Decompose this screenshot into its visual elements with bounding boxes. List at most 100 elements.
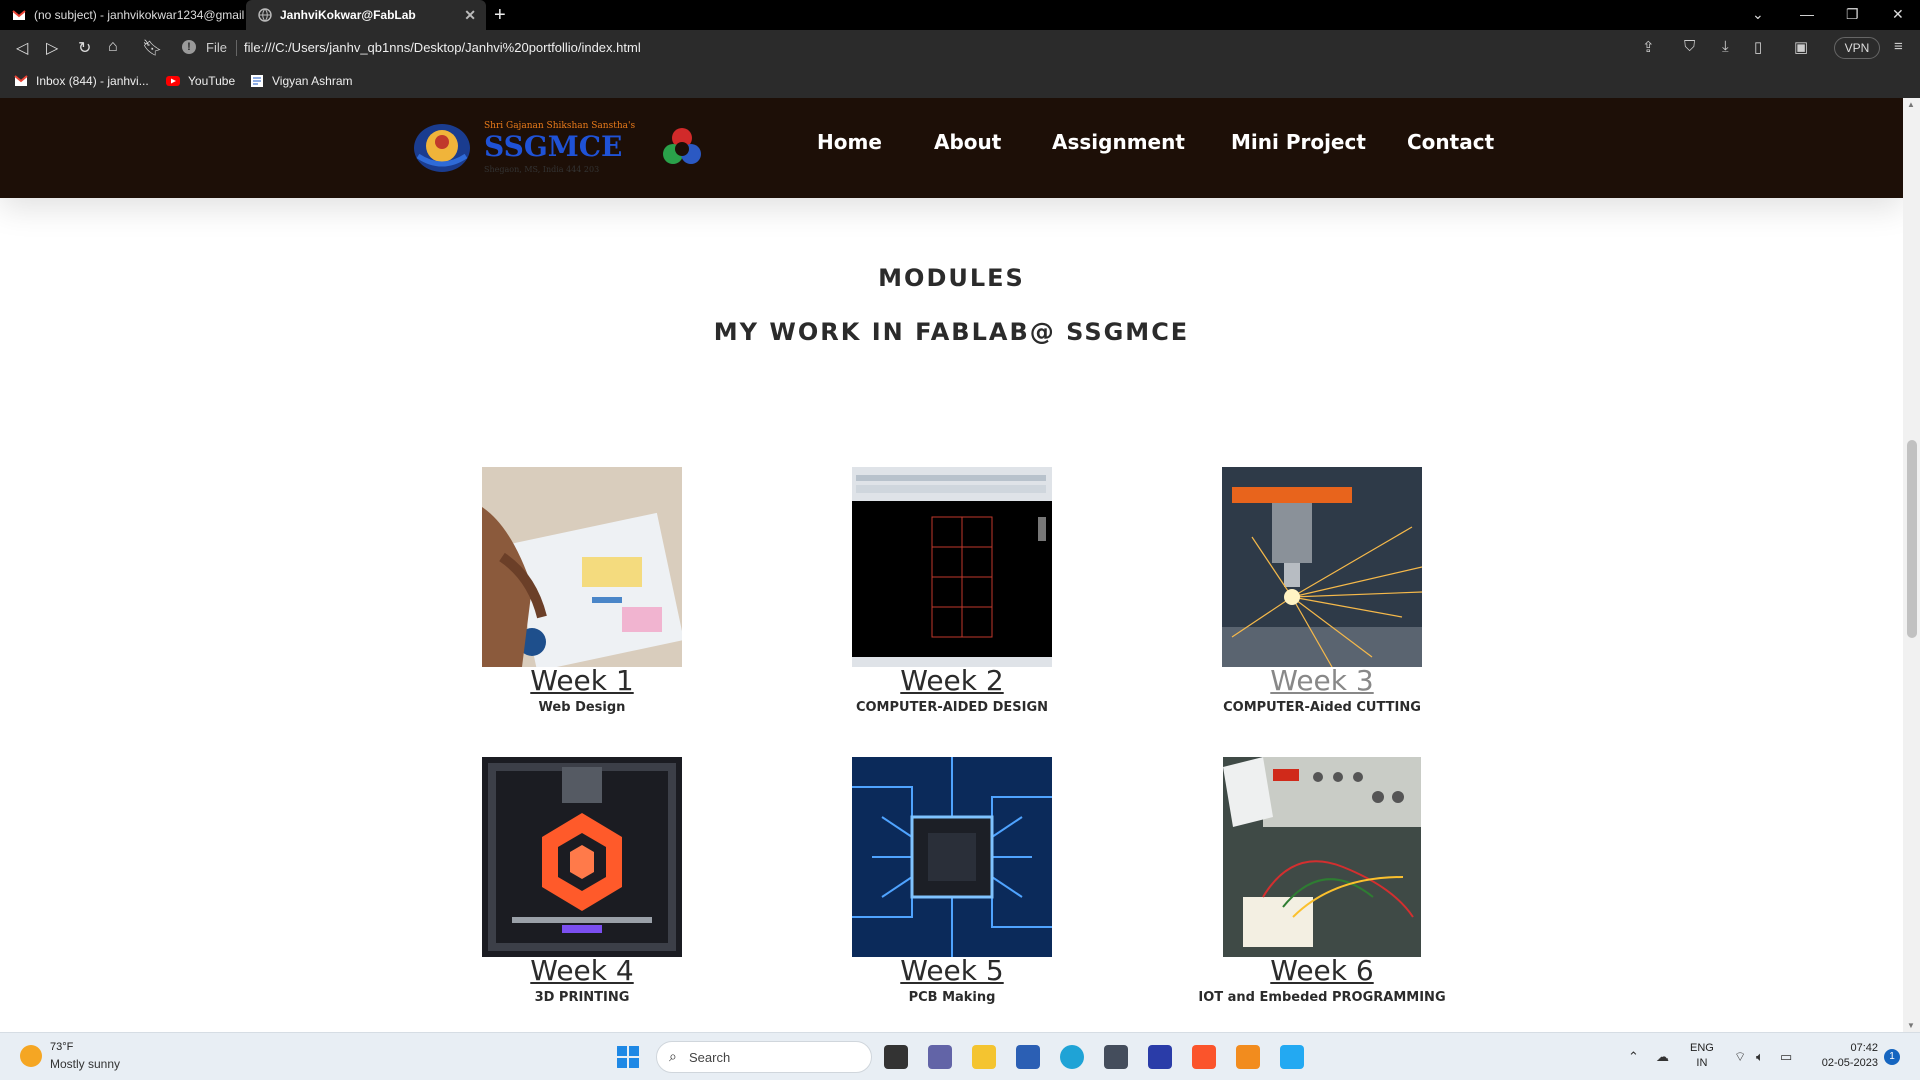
scroll-up-arrow-icon[interactable]: ▲ [1907, 100, 1915, 109]
nav-contact[interactable]: Contact [1407, 130, 1494, 154]
week1-image[interactable] [482, 467, 682, 667]
file-explorer-icon[interactable] [972, 1045, 996, 1069]
tab-fablab[interactable]: JanhviKokwar@FabLab ✕ [246, 0, 486, 30]
minimize-icon[interactable]: — [1800, 6, 1814, 22]
share-icon[interactable]: ⇪ [1642, 38, 1655, 56]
week4-subtitle: 3D PRINTING [534, 990, 630, 1005]
tab-gmail[interactable]: (no subject) - janhvikokwar1234@gmail.co… [0, 0, 244, 30]
microsoft-store-icon[interactable] [1016, 1045, 1040, 1069]
nav-mini-project[interactable]: Mini Project [1231, 130, 1366, 154]
brave-shield-icon[interactable]: ⛉ [1684, 38, 1695, 55]
wifi-icon[interactable]: ⌔ [1734, 1049, 1746, 1065]
ssgmce-logo[interactable]: Shri Gajanan Shikshan Sanstha's SSGMCE S… [410, 116, 710, 180]
app-pen-icon[interactable] [1148, 1045, 1172, 1069]
edge-browser-icon[interactable] [1060, 1045, 1084, 1069]
close-window-icon[interactable]: ✕ [1892, 6, 1904, 23]
week6-link[interactable]: Week 6 [1172, 954, 1472, 987]
new-tab-button[interactable]: + [494, 4, 506, 27]
region-code: IN [1696, 1057, 1708, 1069]
section-title: MODULES [878, 264, 1025, 292]
week2-image[interactable] [852, 467, 1052, 667]
bookmark-gmail[interactable]: Inbox (844) - janhvi... [14, 74, 149, 88]
week2-link[interactable]: Week 2 [802, 664, 1102, 697]
task-view-icon[interactable] [884, 1045, 908, 1069]
download-icon[interactable]: ⤓ [1722, 38, 1729, 55]
bookmark-icon[interactable]: 🔖︎ [142, 38, 162, 58]
language-code: ENG [1690, 1042, 1714, 1054]
wallet-icon[interactable]: ▣ [1794, 38, 1808, 56]
tab-title: JanhviKokwar@FabLab [280, 8, 416, 22]
tab-search-icon[interactable]: ⌄ [1752, 6, 1764, 23]
menu-icon[interactable]: ≡ [1894, 38, 1903, 55]
bookmark-vigyan-ashram[interactable]: Vigyan Ashram [250, 74, 353, 88]
language-indicator[interactable]: ENG IN [1690, 1041, 1714, 1071]
week5-image[interactable] [852, 757, 1052, 957]
url-text[interactable]: file:///C:/Users/janhv_qb1nns/Desktop/Ja… [244, 40, 641, 55]
reload-icon[interactable]: ↻ [78, 38, 91, 58]
volume-icon[interactable]: 🔈︎ [1756, 1049, 1764, 1065]
info-icon[interactable]: ! [182, 40, 196, 54]
page-scrollbar[interactable]: ▲ ▼ [1903, 98, 1920, 1032]
url-scheme-label: File [206, 40, 227, 55]
svg-text:SSGMCE: SSGMCE [484, 130, 622, 163]
vpn-button[interactable]: VPN [1834, 37, 1880, 59]
tab-strip: (no subject) - janhvikokwar1234@gmail.co… [0, 0, 1920, 30]
week3-image[interactable] [1222, 467, 1422, 667]
battery-icon[interactable]: ▭ [1780, 1049, 1792, 1065]
youtube-icon [166, 76, 180, 86]
scroll-down-arrow-icon[interactable]: ▼ [1907, 1021, 1915, 1030]
page-viewport: Shri Gajanan Shikshan Sanstha's SSGMCE S… [0, 98, 1920, 1032]
nav-about[interactable]: About [934, 130, 1001, 154]
week5-subtitle: PCB Making [908, 990, 996, 1005]
restore-icon[interactable]: ❐ [1846, 6, 1859, 23]
page-icon [251, 75, 263, 87]
week5-link[interactable]: Week 5 [802, 954, 1102, 987]
forward-icon[interactable]: ▷ [46, 38, 58, 58]
week4-image[interactable] [482, 757, 682, 957]
week2-subtitle: COMPUTER-AIDED DESIGN [855, 700, 1049, 715]
svg-text:Shegaon, MS, India 444 203: Shegaon, MS, India 444 203 [484, 165, 599, 174]
bookmark-label: YouTube [188, 74, 236, 88]
site-header: Shri Gajanan Shikshan Sanstha's SSGMCE S… [0, 98, 1903, 198]
weather-sun-icon[interactable] [20, 1045, 42, 1067]
taskbar-search-box[interactable]: ⌕ Search [656, 1041, 872, 1073]
sidebar-icon[interactable]: ▯ [1754, 38, 1762, 56]
clock-time: 07:42 [1850, 1042, 1878, 1054]
nav-home[interactable]: Home [817, 130, 882, 154]
week1-link[interactable]: Week 1 [432, 664, 732, 697]
clock-date: 02-05-2023 [1821, 1057, 1878, 1069]
search-placeholder: Search [689, 1050, 731, 1065]
bookmark-youtube[interactable]: YouTube [166, 74, 235, 88]
week6-image[interactable] [1223, 757, 1421, 957]
nav-assignment[interactable]: Assignment [1052, 130, 1185, 154]
week6-subtitle: IOT and Embeded PROGRAMMING [1198, 990, 1446, 1005]
onedrive-cloud-icon[interactable]: ☁ [1656, 1049, 1669, 1065]
week3-subtitle: COMPUTER-Aided CUTTING [1223, 700, 1421, 715]
windows-start-icon[interactable] [616, 1045, 640, 1069]
tab-title: (no subject) - janhvikokwar1234@gmail.co… [34, 8, 244, 22]
address-bar[interactable]: ! File file:///C:/Users/janhv_qb1nns/Des… [174, 34, 1652, 62]
gmail-icon [12, 10, 26, 20]
scroll-thumb[interactable] [1907, 440, 1917, 638]
vscode-icon[interactable] [1280, 1045, 1304, 1069]
gmail-icon [14, 75, 28, 86]
weather-temperature[interactable]: 73°F [50, 1041, 73, 1053]
clock[interactable]: 07:42 02-05-2023 [1808, 1041, 1878, 1071]
bookmark-label: Vigyan Ashram [272, 74, 353, 88]
windows-taskbar: 73°F Mostly sunny ⌕ Search ⌃ ☁ ENG IN ⌔ … [0, 1032, 1920, 1080]
weather-description[interactable]: Mostly sunny [50, 1057, 120, 1071]
bookmarks-bar: Inbox (844) - janhvi... YouTube Vigyan A… [0, 66, 1920, 98]
search-icon: ⌕ [669, 1048, 677, 1064]
tray-chevron-up-icon[interactable]: ⌃ [1628, 1049, 1639, 1065]
home-icon[interactable]: ⌂ [108, 38, 118, 56]
app-cube-icon[interactable] [1104, 1045, 1128, 1069]
week3-link[interactable]: Week 3 [1172, 664, 1472, 697]
week4-link[interactable]: Week 4 [432, 954, 732, 987]
back-icon[interactable]: ◁ [16, 38, 28, 58]
teams-chat-icon[interactable] [928, 1045, 952, 1069]
brave-browser-icon[interactable] [1192, 1045, 1216, 1069]
vlc-player-icon[interactable] [1236, 1045, 1260, 1069]
week1-subtitle: Web Design [538, 700, 626, 715]
notification-badge[interactable]: 1 [1884, 1049, 1900, 1065]
close-tab-icon[interactable]: ✕ [464, 7, 476, 24]
